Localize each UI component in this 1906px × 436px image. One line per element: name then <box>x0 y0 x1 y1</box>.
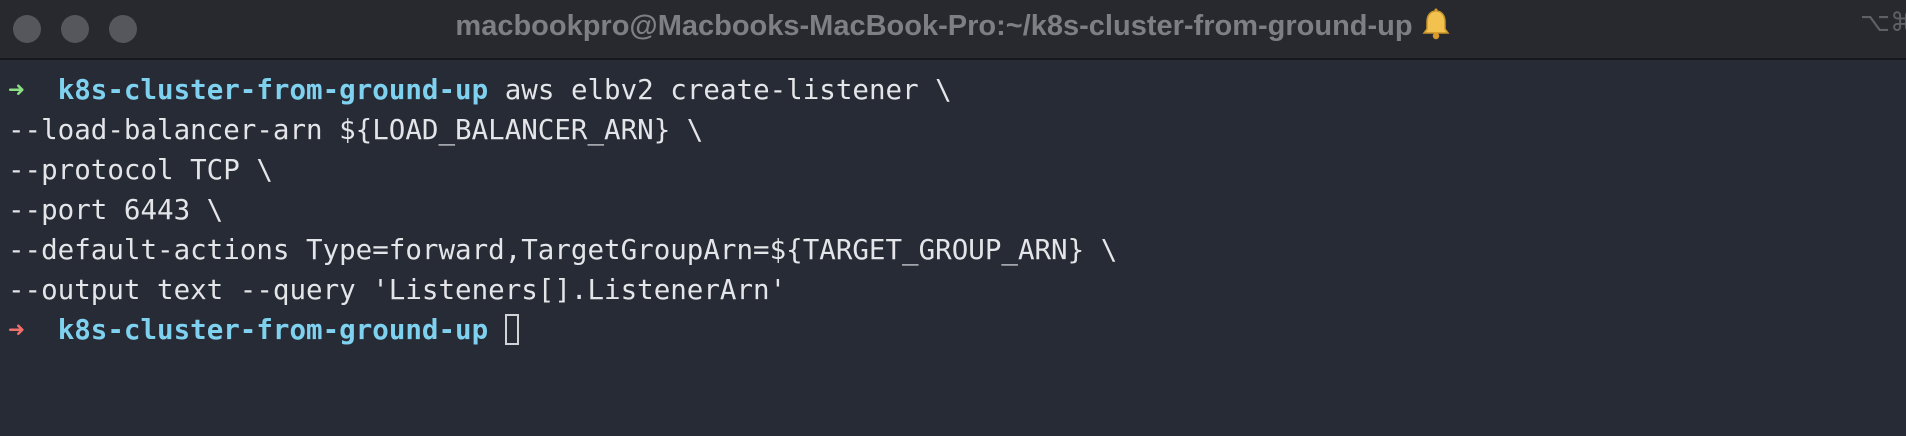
command-continuation-line: --port 6443 \ <box>8 194 224 226</box>
window-title: macbookpro@Macbooks-MacBook-Pro:~/k8s-cl… <box>0 8 1906 43</box>
command-continuation-line: --load-balancer-arn ${LOAD_BALANCER_ARN}… <box>8 114 704 146</box>
window-title-text: macbookpro@Macbooks-MacBook-Pro:~/k8s-cl… <box>455 10 1413 42</box>
prompt-line: ➜ k8s-cluster-from-ground-up aws elbv2 c… <box>8 70 952 110</box>
prompt-directory: k8s-cluster-from-ground-up <box>57 74 489 106</box>
command-text: aws elbv2 create-listener \ <box>504 74 952 106</box>
prompt-arrow-success: ➜ <box>8 74 25 106</box>
command-continuation-line: --protocol TCP \ <box>8 154 273 186</box>
current-prompt-line: ➜ k8s-cluster-from-ground-up <box>8 310 519 350</box>
prompt-arrow-error: ➜ <box>8 314 25 346</box>
terminal-window: macbookpro@Macbooks-MacBook-Pro:~/k8s-cl… <box>0 0 1906 436</box>
command-continuation-line: --default-actions Type=forward,TargetGro… <box>8 234 1118 266</box>
bell-icon <box>1422 8 1450 40</box>
tab-shortcut-hint: ⌥⌘1 <box>1860 8 1906 38</box>
text-cursor[interactable] <box>504 314 519 345</box>
command-continuation-line: --output text --query 'Listeners[].Liste… <box>8 274 787 306</box>
terminal-output[interactable]: ➜ k8s-cluster-from-ground-up aws elbv2 c… <box>0 70 1906 436</box>
prompt-directory: k8s-cluster-from-ground-up <box>57 314 489 346</box>
title-bar[interactable]: macbookpro@Macbooks-MacBook-Pro:~/k8s-cl… <box>0 0 1906 60</box>
